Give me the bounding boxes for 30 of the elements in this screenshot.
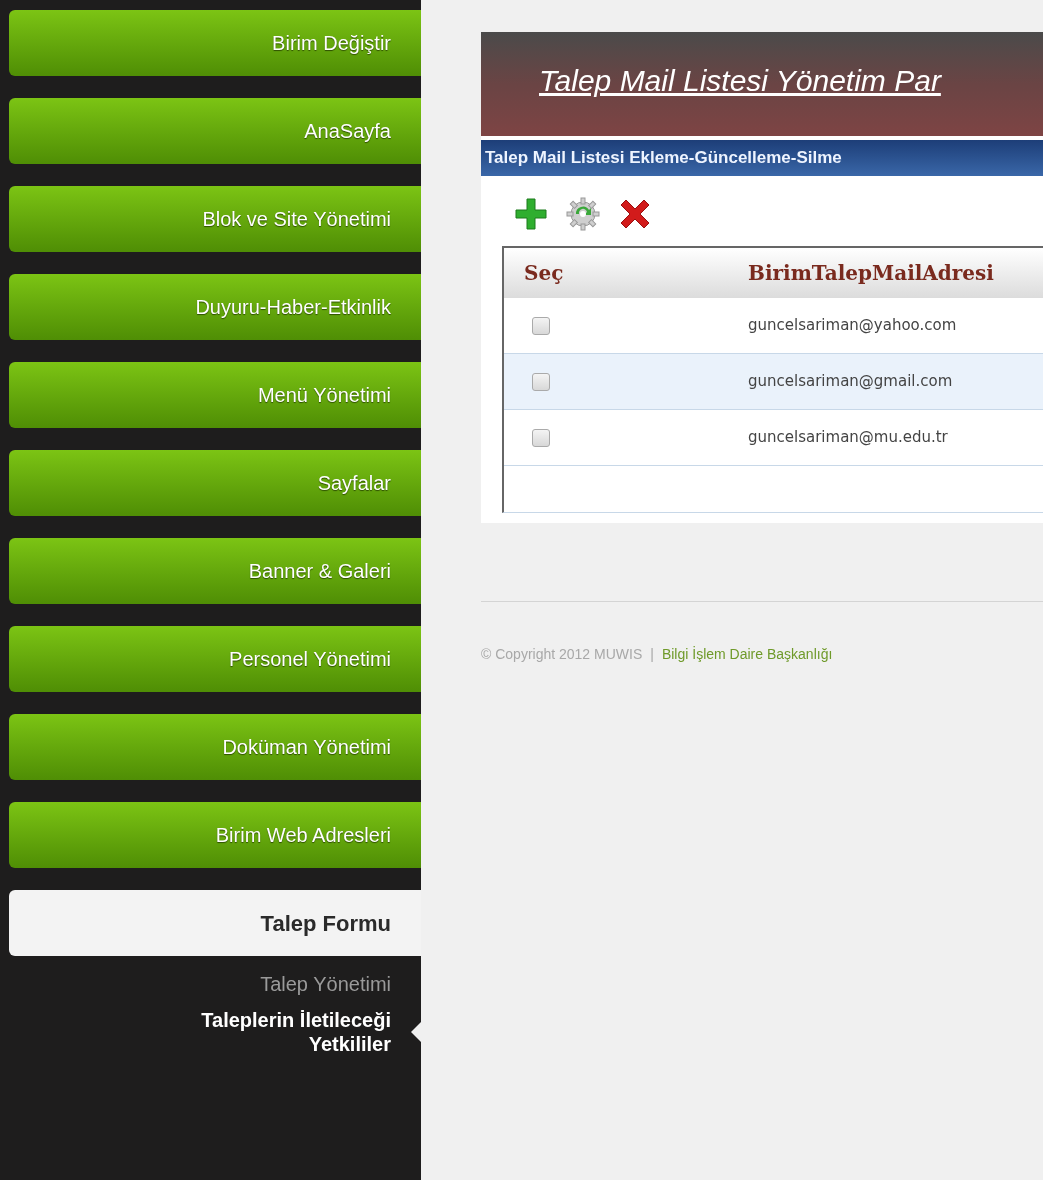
column-header: Seç bbox=[523, 260, 565, 287]
menu-item[interactable]: Talep Formu bbox=[9, 890, 421, 956]
menu-item[interactable]: Doküman Yönetimi bbox=[9, 714, 421, 780]
menu-item[interactable]: Blok ve Site Yönetimi bbox=[9, 186, 421, 252]
submenu-item[interactable]: Talep Yönetimi bbox=[260, 972, 391, 996]
checkbox[interactable] bbox=[532, 428, 550, 447]
section-title: Talep Mail Listesi Ekleme-Güncelleme-Silme bbox=[485, 147, 842, 170]
checkbox[interactable] bbox=[532, 316, 550, 335]
copyright-text: © Copyright 2012 MUWIS bbox=[481, 645, 643, 664]
separator-text: | bbox=[650, 645, 654, 664]
table-cell-text: guncelsariman@mu.edu.tr bbox=[748, 427, 948, 449]
footer-link[interactable]: Bilgi İşlem Daire Başkanlığı bbox=[661, 644, 833, 665]
menu-item[interactable]: Banner & Galeri bbox=[9, 538, 421, 604]
menu-item[interactable]: Personel Yönetimi bbox=[9, 626, 421, 692]
table-cell-text: guncelsariman@gmail.com bbox=[748, 371, 953, 393]
menu-item[interactable]: AnaSayfa bbox=[9, 98, 421, 164]
submenu-item[interactable]: Taleplerin İletileceği Yetkililer bbox=[121, 1008, 391, 1056]
pointer-icon bbox=[411, 1022, 421, 1042]
plus-icon[interactable] bbox=[513, 196, 549, 232]
menu-item[interactable]: Menü Yönetimi bbox=[9, 362, 421, 428]
menu-item[interactable]: Birim Web Adresleri bbox=[9, 802, 421, 868]
menu-item[interactable]: Birim Değiştir bbox=[9, 10, 421, 76]
table-cell-text: guncelsariman@yahoo.com bbox=[748, 315, 957, 337]
column-header: BirimTalepMailAdresi bbox=[748, 260, 994, 287]
gear-icon[interactable] bbox=[565, 196, 601, 232]
panel-title: Talep Mail Listesi Yönetim Par bbox=[539, 63, 941, 99]
table-row[interactable]: guncelsariman@gmail.com bbox=[504, 354, 1043, 410]
menu-item[interactable]: Sayfalar bbox=[9, 450, 421, 516]
checkbox[interactable] bbox=[532, 372, 550, 391]
menu-item[interactable]: Duyuru-Haber-Etkinlik bbox=[9, 274, 421, 340]
